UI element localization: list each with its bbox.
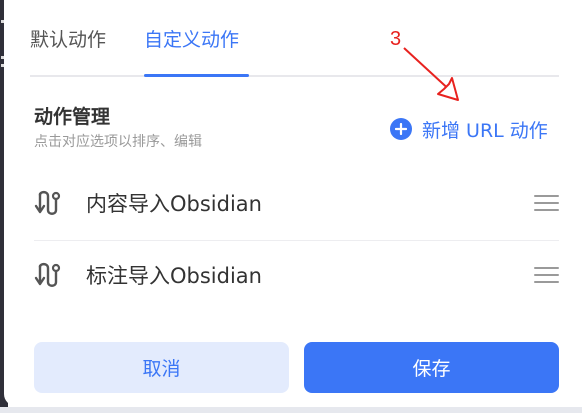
action-item-label: 标注导入Obsidian <box>86 264 262 288</box>
route-icon <box>34 262 61 287</box>
action-item[interactable]: 内容导入Obsidian <box>34 168 559 241</box>
save-button[interactable]: 保存 <box>304 342 559 393</box>
tab-bar: 默认动作 自定义动作 <box>30 0 559 77</box>
drag-handle-icon[interactable] <box>534 265 559 285</box>
section-subtitle: 点击对应选项以排序、编辑 <box>34 134 202 150</box>
settings-panel: 默认动作 自定义动作 3 动作管理 点击对应选项以排序、编辑 新增 URL 动作… <box>4 0 582 406</box>
background-window-bottom <box>0 407 582 413</box>
tab-custom-actions[interactable]: 自定义动作 <box>144 26 239 54</box>
plus-circle-icon <box>390 118 412 140</box>
drag-handle-icon[interactable] <box>534 193 559 213</box>
annotation-arrow-icon <box>403 47 459 101</box>
action-item-label: 内容导入Obsidian <box>86 192 262 216</box>
cancel-button[interactable]: 取消 <box>34 342 289 393</box>
action-item[interactable]: 标注导入Obsidian <box>34 240 559 312</box>
route-icon <box>34 190 61 215</box>
section-title: 动作管理 <box>34 106 111 128</box>
active-tab-indicator <box>144 74 249 77</box>
add-url-action-button[interactable]: 新增 URL 动作 <box>390 115 548 143</box>
tab-default-actions[interactable]: 默认动作 <box>30 26 106 54</box>
add-url-action-label: 新增 URL 动作 <box>422 119 548 142</box>
